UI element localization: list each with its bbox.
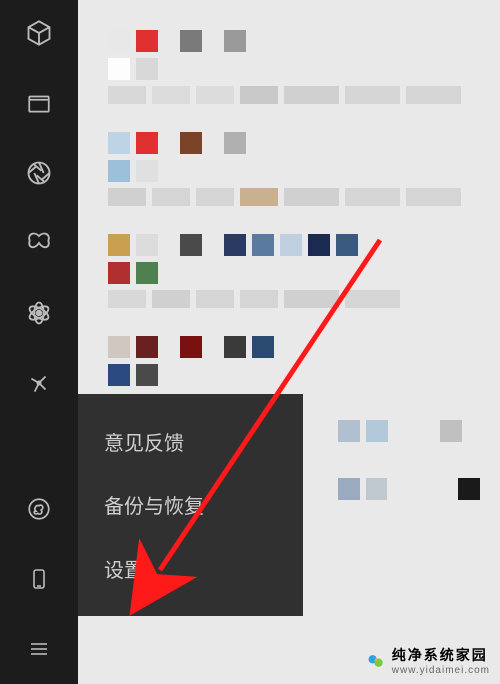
butterfly-icon[interactable] <box>24 228 54 258</box>
folder-icon[interactable] <box>24 88 54 118</box>
atom-icon[interactable] <box>24 298 54 328</box>
list-item <box>108 234 480 308</box>
watermark-title: 纯净系统家园 <box>392 647 488 663</box>
menu-item-backup[interactable]: 备份与恢复 <box>78 476 303 533</box>
watermark-icon <box>366 651 386 671</box>
link-icon[interactable] <box>24 494 54 524</box>
list-item <box>108 132 480 206</box>
popup-menu: 意见反馈 备份与恢复 设置 <box>78 394 303 616</box>
list-item <box>108 30 480 104</box>
menu-item-feedback[interactable]: 意见反馈 <box>78 413 303 470</box>
menu-item-settings[interactable]: 设置 <box>78 540 303 597</box>
list-item <box>108 336 480 392</box>
phone-icon[interactable] <box>24 564 54 594</box>
watermark: 纯净系统家园 www.yidaimei.com <box>366 645 490 676</box>
watermark-url: www.yidaimei.com <box>392 665 490 676</box>
sidebar <box>0 0 78 684</box>
aperture-icon[interactable] <box>24 158 54 188</box>
menu-icon[interactable] <box>24 634 54 664</box>
spark-icon[interactable] <box>24 368 54 398</box>
cube-icon[interactable] <box>24 18 54 48</box>
